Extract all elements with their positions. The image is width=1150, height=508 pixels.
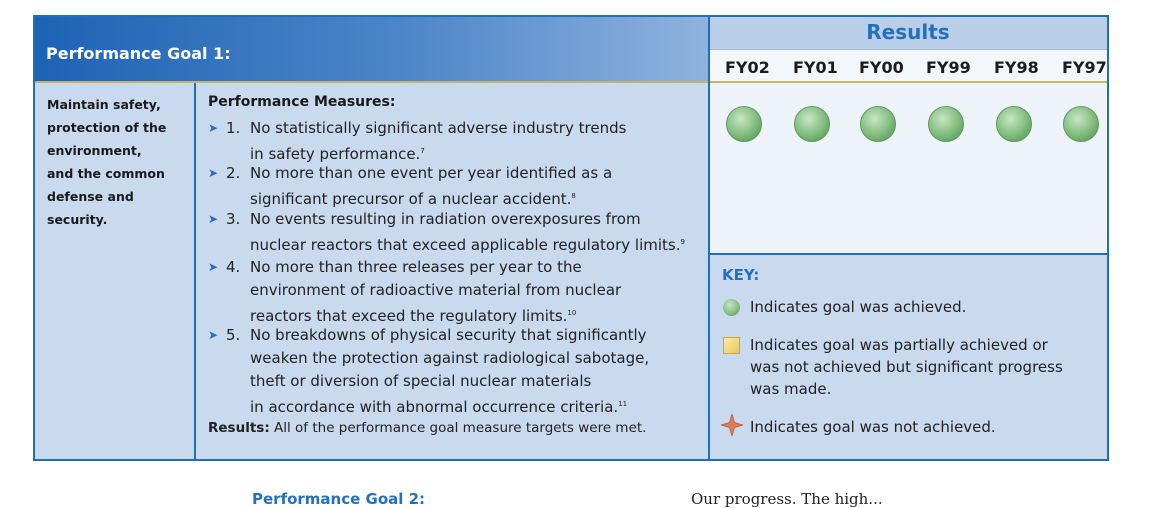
column-divider [708,17,710,459]
measures-title: Performance Measures: [208,94,396,110]
results-summary: Results: All of the performance goal mea… [208,420,647,436]
achieved-circle-icon [996,106,1032,142]
bullet-arrow-icon: ➤ [208,121,219,135]
achieved-circle-icon [928,106,964,142]
goal-header-title: Performance Goal 1: [46,44,231,63]
measure-number: 2. [226,164,241,182]
bullet-arrow-icon: ➤ [208,166,219,180]
not-achieved-star-icon [721,414,743,436]
footnote-ref: 8 [571,192,576,200]
body-text-fragment: Our progress. The high... [691,490,883,508]
bullet-arrow-icon: ➤ [208,212,219,226]
achieved-circle-icon [1063,106,1099,142]
goal-description: Maintain safety, protection of the envir… [47,97,167,227]
achieved-circle-icon [723,299,740,316]
year-label: FY00 [859,58,904,77]
key-achieved-text: Indicates goal was achieved. [750,298,967,316]
measure-number: 5. [226,326,241,344]
key-title: KEY: [722,266,760,284]
year-label: FY01 [793,58,838,77]
footnote-ref: 11 [618,400,628,408]
results-grid [710,83,1107,253]
footnote-ref: 7 [420,147,425,155]
key-partial-text: Indicates goal was partially achieved or… [750,336,1063,398]
year-label: FY98 [994,58,1039,77]
achieved-circle-icon [860,106,896,142]
measure-text: No more than three releases per year to … [250,258,622,325]
measure-number: 4. [226,258,241,276]
year-label: FY02 [725,58,770,77]
bullet-arrow-icon: ➤ [208,328,219,342]
measure-text: No more than one event per year identifi… [250,164,613,208]
measure-text: No events resulting in radiation overexp… [250,210,685,254]
next-goal-heading: Performance Goal 2: [252,490,426,508]
measure-number: 1. [226,119,241,137]
achieved-circle-icon [794,106,830,142]
partial-square-icon [723,337,740,354]
bullet-arrow-icon: ➤ [208,260,219,274]
achieved-circle-icon [726,106,762,142]
measure-text: No breakdowns of physical security that … [250,326,650,416]
results-header-title: Results [866,20,950,44]
footnote-ref: 9 [680,238,685,246]
footnote-ref: 10 [567,309,577,317]
year-label: FY97 [1062,58,1107,77]
measure-text: No statistically significant adverse ind… [250,119,627,163]
key-not-achieved-text: Indicates goal was not achieved. [750,418,996,436]
measure-number: 3. [226,210,241,228]
year-label: FY99 [926,58,971,77]
